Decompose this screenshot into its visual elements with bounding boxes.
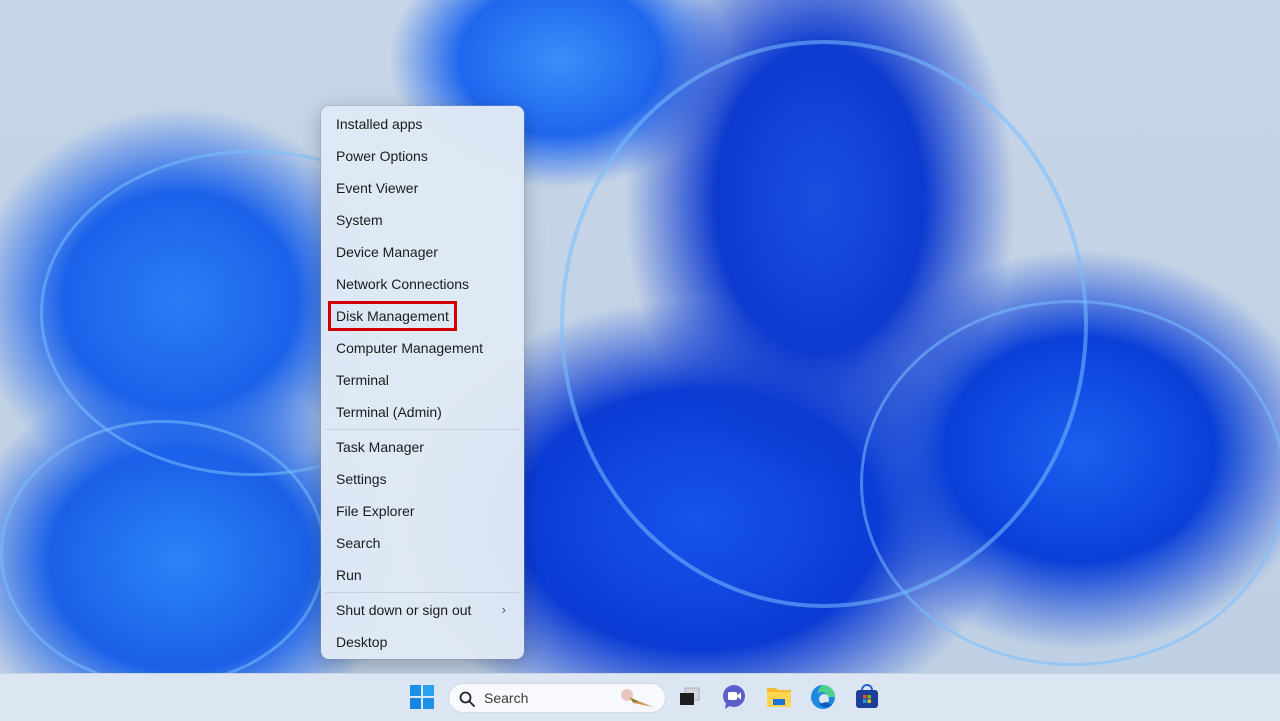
menu-item-label: Terminal (Admin)	[336, 404, 442, 420]
start-icon	[410, 685, 434, 709]
winx-context-menu: Installed apps Power Options Event Viewe…	[321, 106, 524, 659]
start-button[interactable]	[410, 685, 434, 709]
search-icon	[459, 691, 475, 707]
menu-item-event-viewer[interactable]: Event Viewer	[325, 173, 520, 203]
taskbar: Search	[0, 673, 1280, 721]
menu-item-task-manager[interactable]: Task Manager	[325, 432, 520, 462]
file-explorer-button[interactable]	[766, 684, 792, 710]
task-view-icon	[680, 687, 700, 705]
menu-item-label: Network Connections	[336, 276, 470, 292]
menu-item-shut-down-or-sign-out[interactable]: Shut down or sign out ›	[325, 595, 520, 625]
menu-item-settings[interactable]: Settings	[325, 464, 520, 494]
menu-item-terminal-admin[interactable]: Terminal (Admin)	[325, 397, 520, 427]
menu-item-terminal[interactable]: Terminal	[325, 365, 520, 395]
menu-item-label: System	[336, 212, 383, 228]
store-icon	[856, 684, 878, 708]
menu-item-computer-management[interactable]: Computer Management	[325, 333, 520, 363]
menu-item-label: Settings	[336, 471, 387, 487]
menu-item-label: Desktop	[336, 634, 388, 650]
menu-item-device-manager[interactable]: Device Manager	[325, 237, 520, 267]
menu-item-label: Shut down or sign out	[336, 602, 472, 618]
highlight-box	[328, 301, 457, 331]
search-highlight-icon	[621, 689, 653, 707]
menu-item-run[interactable]: Run	[325, 560, 520, 590]
menu-item-label: File Explorer	[336, 503, 415, 519]
menu-item-network-connections[interactable]: Network Connections	[325, 269, 520, 299]
menu-item-label: Installed apps	[336, 116, 423, 132]
wallpaper-swirl	[0, 420, 326, 686]
menu-item-label: Event Viewer	[336, 180, 419, 196]
menu-item-power-options[interactable]: Power Options	[325, 141, 520, 171]
edge-icon	[811, 685, 835, 709]
chevron-right-icon: ›	[501, 602, 506, 617]
menu-item-label: Computer Management	[336, 340, 484, 356]
menu-item-label: Run	[336, 567, 362, 583]
taskbar-search-box[interactable]: Search	[448, 683, 666, 713]
menu-separator	[325, 429, 520, 430]
desktop-wallpaper	[0, 0, 1280, 686]
file-explorer-icon	[767, 688, 791, 707]
menu-item-search[interactable]: Search	[325, 528, 520, 558]
edge-button[interactable]	[810, 684, 836, 710]
teams-chat-button[interactable]	[721, 684, 747, 710]
wallpaper-swirl	[860, 300, 1280, 666]
menu-item-label: Terminal	[336, 372, 389, 388]
menu-item-label: Task Manager	[336, 439, 424, 455]
task-view-button[interactable]	[677, 684, 703, 710]
menu-item-system[interactable]: System	[325, 205, 520, 235]
menu-item-label: Search	[336, 535, 381, 551]
menu-item-installed-apps[interactable]: Installed apps	[325, 109, 520, 139]
menu-item-desktop[interactable]: Desktop	[325, 627, 520, 657]
menu-item-file-explorer[interactable]: File Explorer	[325, 496, 520, 526]
menu-item-label: Device Manager	[336, 244, 438, 260]
menu-item-label: Power Options	[336, 148, 428, 164]
menu-separator	[325, 592, 520, 593]
microsoft-store-button[interactable]	[854, 684, 880, 710]
search-placeholder: Search	[484, 690, 529, 706]
teams-chat-icon	[723, 685, 745, 709]
